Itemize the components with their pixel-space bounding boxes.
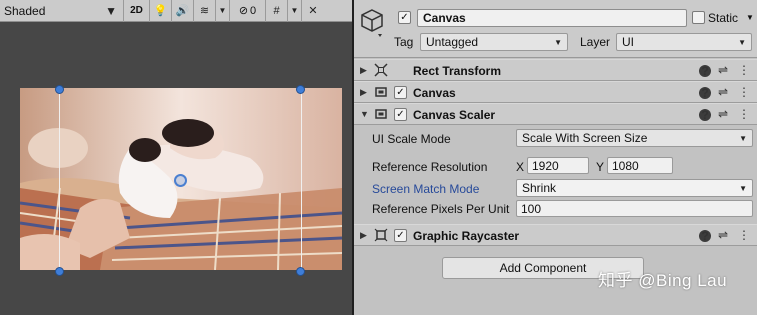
screen-match-mode-label: Screen Match Mode [372,182,480,196]
help-icon[interactable]: ? [699,64,711,78]
chevron-down-icon: ▼ [739,133,747,143]
canvas-component-icon [375,87,387,97]
tools-icon: ✕ [308,5,318,17]
fold-down-icon[interactable]: ▼ [360,109,369,119]
ui-scale-mode-dropdown[interactable]: Scale With Screen Size ▼ [516,129,753,147]
x-label[interactable]: X [516,160,524,174]
more-options-icon[interactable]: ⋮ [738,107,750,121]
chevron-down-icon: ▼ [290,6,299,15]
layer-value: UI [622,35,634,49]
ui-scale-mode-value: Scale With Screen Size [522,131,648,145]
gameobject-header: ✓ Canvas Static ▼ Tag Untagged ▼ Layer U… [354,0,757,58]
ui-scale-mode-label: UI Scale Mode [372,132,451,146]
static-label: Static [708,11,739,25]
component-graphic-raycaster[interactable]: ▶ ✓ Graphic Raycaster ? ⇌ ⋮ [354,224,757,246]
gameobject-name-field[interactable]: Canvas [417,9,687,27]
effects-dropdown[interactable]: ▼ [216,0,230,22]
help-icon[interactable]: ? [699,108,711,122]
grid-icon: # [273,4,280,17]
scene-toolbar: Shaded ▼ 2D 💡 🔊 ≋ ▼ ⊘ 0 # ▼ ✕ [0,0,352,22]
rect-handle-top-right[interactable] [296,85,305,94]
more-options-icon[interactable]: ⋮ [738,228,750,242]
shading-mode-label: Shaded [4,3,46,18]
layer-label: Layer [580,35,611,49]
component-enabled-checkbox[interactable]: ✓ [394,108,407,121]
presets-icon[interactable]: ⇌ [718,107,728,121]
visibility-icon: ⊘ [238,5,249,17]
rect-bound-left [59,88,60,270]
hidden-count: 0 [250,4,257,17]
component-enabled-checkbox[interactable]: ✓ [394,229,407,242]
reference-pixels-per-unit-field[interactable]: 100 [516,200,753,217]
chevron-down-icon: ▼ [739,183,747,193]
scene-view[interactable]: Shaded ▼ 2D 💡 🔊 ≋ ▼ ⊘ 0 # ▼ ✕ [0,0,352,315]
shading-mode-dropdown[interactable]: Shaded ▼ [0,0,124,22]
tools-toggle[interactable]: ✕ [302,0,324,22]
component-title: Rect Transform [413,64,502,78]
grid-dropdown[interactable]: ▼ [288,0,302,22]
mode-2d-button[interactable]: 2D [124,0,150,22]
mode-2d-label: 2D [130,5,143,16]
lighting-toggle[interactable]: 💡 [150,0,172,22]
more-options-icon[interactable]: ⋮ [738,85,750,99]
component-canvas-scaler[interactable]: ▼ ✓ Canvas Scaler ? ⇌ ⋮ [354,103,757,125]
tag-value: Untagged [426,35,479,49]
reference-resolution-y-field[interactable]: 1080 [607,157,673,174]
watermark-text: 知乎 @Bing Lau [598,271,728,290]
static-checkbox[interactable] [692,11,705,24]
help-icon[interactable]: ? [699,229,711,243]
graphic-raycaster-icon [374,228,388,242]
scene-visibility-toggle[interactable]: ⊘ 0 [230,0,266,22]
reference-pixels-per-unit-label: Reference Pixels Per Unit [372,202,510,216]
rect-handle-bottom-right[interactable] [296,267,305,276]
fold-right-icon[interactable]: ▶ [360,87,367,98]
chevron-down-icon: ▼ [105,3,117,18]
gameobject-cube-icon[interactable] [360,8,384,38]
pivot-handle[interactable] [174,174,187,187]
presets-icon[interactable]: ⇌ [718,63,728,77]
presets-icon[interactable]: ⇌ [718,85,728,99]
rect-transform-icon [374,63,388,77]
inspector-panel: ✓ Canvas Static ▼ Tag Untagged ▼ Layer U… [354,0,757,315]
fold-right-icon[interactable]: ▶ [360,230,367,241]
layer-dropdown[interactable]: UI ▼ [616,33,752,51]
reference-resolution-label: Reference Resolution [372,160,488,174]
audio-toggle[interactable]: 🔊 [172,0,194,22]
rect-handle-top-left[interactable] [55,85,64,94]
lightbulb-icon: 💡 [153,5,168,17]
component-title: Canvas [413,86,456,100]
component-enabled-checkbox[interactable]: ✓ [394,86,407,99]
audio-icon: 🔊 [175,5,190,17]
chevron-down-icon: ▼ [218,6,227,15]
rect-bound-right [301,88,302,270]
reference-resolution-x-field[interactable]: 1920 [527,157,589,174]
component-rect-transform[interactable]: ▶ Rect Transform ? ⇌ ⋮ [354,59,757,81]
rect-handle-bottom-left[interactable] [55,267,64,276]
effects-icon: ≋ [199,5,210,17]
tag-dropdown[interactable]: Untagged ▼ [420,33,568,51]
grid-toggle[interactable]: # [266,0,288,22]
screen-match-mode-dropdown[interactable]: Shrink ▼ [516,179,753,197]
help-icon[interactable]: ? [699,86,711,100]
canvas-scaler-icon [375,109,387,119]
static-chevron-down-icon[interactable]: ▼ [746,13,754,22]
chevron-down-icon: ▼ [738,37,746,47]
chevron-down-icon: ▼ [554,37,562,47]
component-canvas[interactable]: ▶ ✓ Canvas ? ⇌ ⋮ [354,81,757,103]
screen-match-mode-value: Shrink [522,181,557,195]
presets-icon[interactable]: ⇌ [718,228,728,242]
component-title: Graphic Raycaster [413,229,520,243]
effects-toggle[interactable]: ≋ [194,0,216,22]
component-title: Canvas Scaler [413,108,496,122]
more-options-icon[interactable]: ⋮ [738,63,750,77]
y-label[interactable]: Y [596,160,604,174]
tag-label: Tag [394,35,414,49]
gameobject-active-checkbox[interactable]: ✓ [398,11,411,24]
fold-right-icon[interactable]: ▶ [360,65,367,76]
